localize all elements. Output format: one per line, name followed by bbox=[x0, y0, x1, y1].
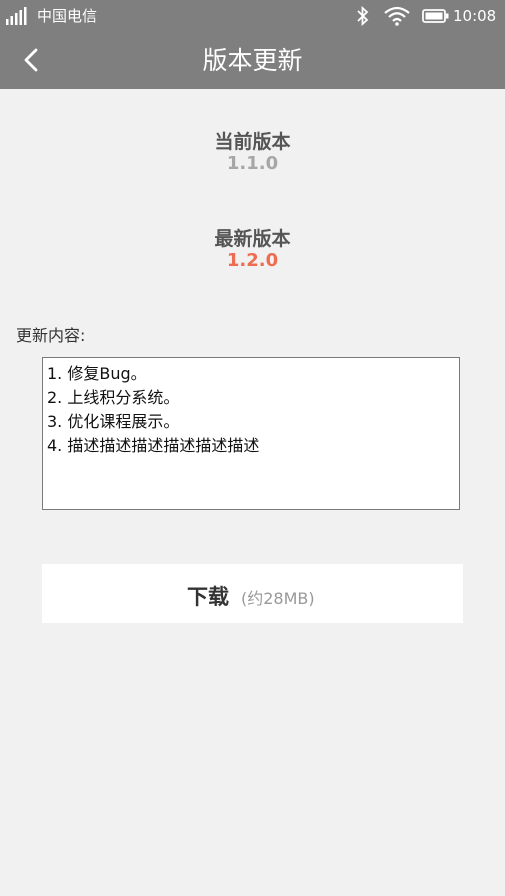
battery-icon bbox=[422, 9, 449, 23]
current-version-value: 1.1.0 bbox=[226, 153, 279, 174]
download-label: 下载 bbox=[187, 585, 229, 609]
update-note-line: 3. 优化课程展示。 bbox=[47, 412, 180, 431]
download-button[interactable]: 下载 (约28MB) bbox=[42, 564, 463, 623]
back-button[interactable] bbox=[10, 41, 54, 81]
nav-bar: 版本更新 bbox=[0, 33, 505, 89]
update-notes-box[interactable]: 1. 修复Bug。 2. 上线积分系统。 3. 优化课程展示。 4. 描述描述描… bbox=[42, 357, 460, 510]
update-notes-label: 更新内容: bbox=[16, 326, 86, 345]
carrier-name: 中国电信 bbox=[37, 7, 98, 25]
page-title: 版本更新 bbox=[202, 46, 303, 75]
latest-version-value: 1.2.0 bbox=[226, 250, 279, 271]
status-bar: 中国电信 10:08 bbox=[0, 0, 505, 33]
update-note-line: 4. 描述描述描述描述描述描述 bbox=[47, 436, 260, 455]
download-size-hint: (约28MB) bbox=[241, 589, 315, 608]
latest-version-label: 最新版本 bbox=[214, 228, 291, 250]
chevron-left-icon bbox=[24, 48, 38, 72]
wifi-icon bbox=[384, 6, 410, 26]
signal-icon bbox=[6, 7, 27, 25]
bluetooth-icon bbox=[357, 6, 369, 26]
current-version-label: 当前版本 bbox=[214, 131, 291, 153]
clock: 10:08 bbox=[453, 7, 497, 25]
update-note-line: 2. 上线积分系统。 bbox=[47, 388, 180, 407]
update-note-line: 1. 修复Bug。 bbox=[47, 364, 147, 383]
